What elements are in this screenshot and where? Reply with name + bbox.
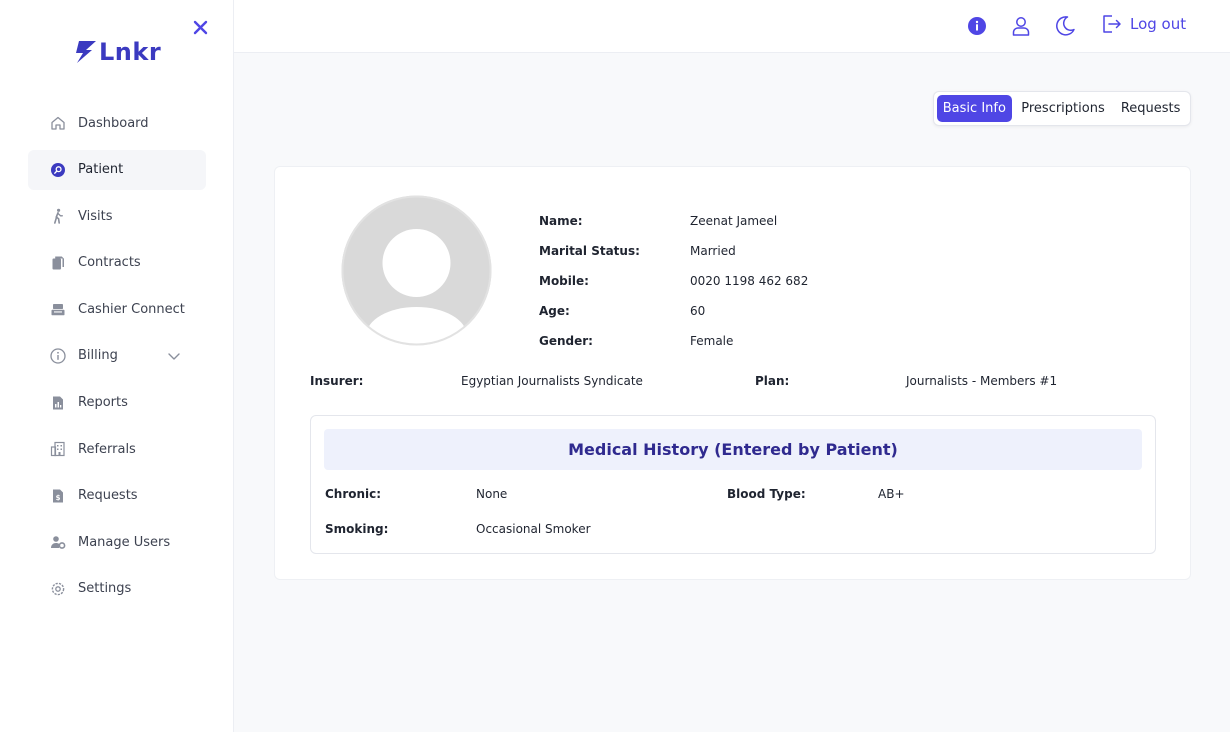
plan-value: Journalists - Members #1: [906, 374, 1058, 388]
report-icon: [50, 395, 66, 411]
lightning-logo-icon: [76, 41, 96, 63]
patient-age: 60: [690, 304, 706, 318]
info-key: Marital Status:: [539, 244, 640, 258]
documents-icon: [50, 255, 66, 271]
info-key: Mobile:: [539, 274, 589, 288]
chronic-value: None: [476, 487, 508, 501]
sidebar-item-label: Visits: [78, 208, 113, 224]
app-logo[interactable]: Lnkr: [74, 38, 161, 66]
sidebar-item-label: Referrals: [78, 441, 136, 457]
sidebar-item-requests[interactable]: $ Requests: [28, 476, 206, 516]
sidebar-item-label: Patient: [78, 162, 124, 178]
patient-marital-status: Married: [690, 244, 736, 258]
home-icon: [50, 115, 66, 131]
gear-icon: [50, 581, 66, 597]
top-bar: Log out: [234, 0, 1230, 53]
walking-person-icon: [50, 208, 66, 224]
sidebar-item-dashboard[interactable]: Dashboard: [28, 103, 206, 143]
user-profile-icon[interactable]: [1009, 14, 1033, 38]
info-row-mobile: Mobile: 0020 1198 462 682: [539, 271, 808, 291]
info-key: Name:: [539, 214, 583, 228]
info-row-gender: Gender: Female: [539, 331, 733, 351]
logo-text: Lnkr: [99, 38, 162, 66]
info-row-name: Name: Zeenat Jameel: [539, 211, 777, 231]
blood-type-value: AB+: [878, 487, 905, 501]
info-row-age: Age: 60: [539, 301, 705, 321]
insurer-label: Insurer:: [310, 374, 364, 388]
medical-history-row: Chronic: None Blood Type: AB+: [325, 485, 1141, 505]
insurance-row: Insurer: Egyptian Journalists Syndicate …: [310, 372, 1155, 392]
sidebar-item-label: Settings: [78, 581, 132, 597]
tab-prescriptions[interactable]: Prescriptions: [1014, 95, 1112, 122]
svg-text:$: $: [56, 494, 61, 502]
sidebar-item-label: Requests: [78, 488, 138, 504]
sidebar-nav: Dashboard Patient Visits Contracts Cashi: [28, 103, 206, 616]
patient-name: Zeenat Jameel: [690, 214, 778, 228]
info-row-marital-status: Marital Status: Married: [539, 241, 736, 261]
smoking-value: Occasional Smoker: [476, 522, 591, 536]
insurer-value: Egyptian Journalists Syndicate: [461, 374, 643, 388]
chevron-down-icon[interactable]: [166, 348, 182, 364]
blood-type-label: Blood Type:: [727, 487, 806, 501]
smoking-label: Smoking:: [325, 522, 389, 536]
tab-basic-info[interactable]: Basic Info: [937, 95, 1012, 122]
tab-requests[interactable]: Requests: [1114, 95, 1187, 122]
chronic-label: Chronic:: [325, 487, 382, 501]
dollar-document-icon: $: [50, 488, 66, 504]
patient-search-icon: [50, 162, 66, 178]
plan-label: Plan:: [755, 374, 790, 388]
logout-icon: [1100, 13, 1122, 35]
info-icon[interactable]: [965, 14, 989, 38]
sidebar-item-billing[interactable]: Billing: [28, 336, 206, 376]
sidebar-item-referrals[interactable]: Referrals: [28, 429, 206, 469]
sidebar-item-label: Reports: [78, 395, 128, 411]
close-sidebar-icon[interactable]: [191, 18, 211, 38]
medical-history-title: Medical History (Entered by Patient): [324, 429, 1142, 470]
logout-label: Log out: [1130, 15, 1187, 33]
sidebar-item-label: Billing: [78, 348, 118, 364]
sidebar-item-label: Dashboard: [78, 115, 149, 131]
sidebar-item-settings[interactable]: Settings: [28, 569, 206, 609]
info-key: Age:: [539, 304, 570, 318]
info-key: Gender:: [539, 334, 593, 348]
info-circle-icon: [50, 348, 66, 364]
avatar: [341, 195, 492, 346]
medical-history-panel: Medical History (Entered by Patient) Chr…: [310, 415, 1156, 554]
patient-mobile: 0020 1198 462 682: [690, 274, 809, 288]
patient-info-card: Name: Zeenat Jameel Marital Status: Marr…: [274, 166, 1191, 580]
sidebar-item-label: Cashier Connect: [78, 301, 185, 317]
sidebar: Lnkr Dashboard Patient Visits Contracts: [0, 0, 234, 732]
patient-gender: Female: [690, 334, 734, 348]
sidebar-item-manage-users[interactable]: Manage Users: [28, 522, 206, 562]
sidebar-item-cashier-connect[interactable]: Cashier Connect: [28, 289, 206, 329]
cash-register-icon: [50, 301, 66, 317]
dark-mode-moon-icon[interactable]: [1053, 14, 1077, 38]
sidebar-item-reports[interactable]: Reports: [28, 383, 206, 423]
sidebar-item-label: Contracts: [78, 255, 141, 271]
sidebar-item-contracts[interactable]: Contracts: [28, 243, 206, 283]
sidebar-item-visits[interactable]: Visits: [28, 196, 206, 236]
medical-history-row: Smoking: Occasional Smoker: [325, 520, 1141, 540]
sidebar-item-patient[interactable]: Patient: [28, 149, 206, 190]
referral-building-icon: [50, 441, 66, 457]
sidebar-item-label: Manage Users: [78, 534, 171, 550]
patient-tabs: Basic Info Prescriptions Requests: [933, 91, 1191, 126]
logout-button[interactable]: Log out: [1100, 13, 1186, 35]
user-gear-icon: [50, 534, 66, 550]
